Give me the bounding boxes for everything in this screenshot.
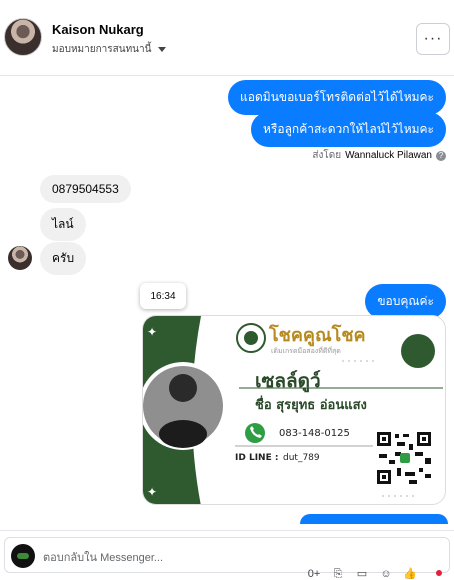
page-avatar bbox=[11, 544, 35, 568]
attach-icon[interactable]: ⎘ bbox=[330, 568, 346, 580]
message-incoming[interactable]: ไลน์ bbox=[40, 208, 86, 241]
notification-dot bbox=[436, 570, 442, 576]
message-incoming[interactable]: ครับ bbox=[40, 242, 87, 275]
contact-avatar-small bbox=[8, 246, 32, 270]
smile-icon[interactable]: ☺ bbox=[378, 568, 394, 580]
sent-by-info: ส่งโดย Wannaluck Pilawan ? bbox=[312, 148, 446, 163]
message-incoming[interactable]: 0879504553 bbox=[40, 175, 131, 203]
like-icon[interactable]: 👍 bbox=[402, 568, 418, 580]
composer-toolbar: 0+ ⎘ ▭ ☺ 👍 bbox=[306, 568, 418, 580]
card-idline-label: ID LINE : bbox=[235, 453, 279, 463]
message-outgoing-partial[interactable] bbox=[300, 514, 448, 524]
assign-label: มอบหมายการสนทนานี้ bbox=[52, 44, 152, 55]
decor-circle bbox=[401, 334, 435, 368]
sent-by-name: Wannaluck Pilawan bbox=[345, 150, 432, 161]
help-icon[interactable]: ? bbox=[436, 150, 446, 161]
card-nickname: เซลล์ดูว์ bbox=[255, 370, 321, 392]
message-outgoing[interactable]: หรือลูกค้าสะดวกให้ไลน์ไว้ไหมคะ bbox=[251, 112, 446, 147]
contact-name[interactable]: Kaison Nukarg bbox=[52, 22, 144, 37]
assign-conversation-dropdown[interactable]: มอบหมายการสนทนานี้ bbox=[52, 42, 167, 57]
message-outgoing[interactable]: แอดมินขอเบอร์โทรติดต่อไว้ได้ไหมคะ bbox=[228, 80, 446, 115]
card-fullname: ชื่อ สุรยุทธ อ่อนแสง bbox=[255, 398, 367, 413]
more-options-button[interactable]: ··· bbox=[416, 23, 450, 55]
sparkle-icon: ✦ bbox=[147, 485, 157, 499]
card-idline-value: dut_789 bbox=[283, 453, 320, 463]
card-tagline: เติมเกรดมือสองที่ดีที่สุด bbox=[271, 347, 341, 355]
contact-avatar[interactable] bbox=[4, 18, 42, 56]
emoji-plus-icon[interactable]: 0+ bbox=[306, 568, 322, 580]
sparkle-icon: ✦ bbox=[147, 325, 157, 339]
message-outgoing[interactable]: ขอบคุณค่ะ bbox=[365, 284, 446, 319]
line-logo bbox=[400, 453, 410, 463]
reply-placeholder: ตอบกลับใน Messenger... bbox=[43, 552, 164, 564]
saved-reply-icon[interactable]: ▭ bbox=[354, 568, 370, 580]
conversation-header: Kaison Nukarg มอบหมายการสนทนานี้ ··· bbox=[0, 0, 454, 76]
caret-down-icon bbox=[158, 47, 167, 52]
business-card-image[interactable]: ✦ ✦ โชคคูณโชค เติมเกรดมือสองที่ดีที่สุด … bbox=[142, 315, 446, 505]
timestamp-tooltip: 16:34 bbox=[140, 283, 186, 309]
sent-by-prefix: ส่งโดย bbox=[312, 150, 342, 161]
card-brand: โชคคูณโชค bbox=[269, 325, 366, 346]
card-phone: 083-148-0125 bbox=[279, 428, 350, 439]
